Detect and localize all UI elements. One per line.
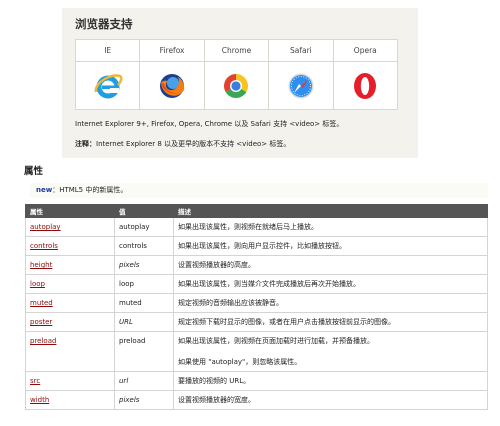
attribute-description-note: 如果使用 "autoplay"，则忽略该属性。	[178, 358, 302, 366]
attributes-heading: 属性	[24, 166, 44, 177]
attribute-value: URL	[114, 312, 174, 332]
table-row: height pixels 设置视频播放器的高度。	[25, 255, 488, 275]
attribute-value: controls	[114, 236, 174, 256]
note-label: 注释：	[75, 140, 96, 148]
browser-support-table: IE Firefox Chrome Safari Opera	[74, 39, 399, 110]
browser-name-opera: Opera	[332, 39, 399, 62]
browser-support-note: 注释：Internet Explorer 8 以及更早的版本不支持 <video…	[75, 139, 290, 149]
attribute-value: url	[114, 371, 174, 391]
attribute-link-width[interactable]: width	[30, 396, 49, 404]
column-header-description: 描述	[173, 204, 488, 218]
attribute-description-cell: 如果出现该属性，则视频在页面加载时进行加载，并预备播放。 如果使用 "autop…	[173, 331, 488, 372]
table-row: width pixels 设置视频播放器的宽度。	[25, 390, 488, 410]
attribute-value: muted	[114, 293, 174, 313]
browser-name-chrome: Chrome	[203, 39, 270, 62]
attribute-description: 规定视频的音频输出应该被静音。	[173, 293, 488, 313]
attribute-link-loop[interactable]: loop	[30, 280, 45, 288]
attribute-description: 如果出现该属性，则当媒介文件完成播放后再次开始播放。	[173, 274, 488, 294]
attribute-description: 要播放的视频的 URL。	[173, 371, 488, 391]
browser-logo-cell-chrome	[203, 61, 270, 110]
attribute-description: 规定视频下载时显示的图像，或者在用户点击播放按钮前显示的图像。	[173, 312, 488, 332]
note-text: Internet Explorer 8 以及更早的版本不支持 <video> 标…	[96, 140, 291, 148]
new-tag: new	[36, 186, 53, 194]
attribute-value: pixels	[114, 255, 174, 275]
attribute-value: loop	[114, 274, 174, 294]
attribute-link-controls[interactable]: controls	[30, 242, 58, 250]
attributes-section: 属性 new：HTML5 中的新属性。 属性 值 描述 autoplay aut…	[22, 158, 488, 418]
attributes-table: 属性 值 描述 autoplay autoplay 如果出现该属性，则视频在就绪…	[25, 204, 488, 410]
browser-name-ie: IE	[74, 39, 141, 62]
browser-logo-cell-safari	[268, 61, 334, 110]
table-row: controls controls 如果出现该属性，则向用户显示控件，比如播放按…	[25, 236, 488, 256]
table-row: preload preload 如果出现该属性，则视频在页面加载时进行加载，并预…	[25, 331, 488, 372]
new-legend-text: ：HTML5 中的新属性。	[52, 186, 128, 194]
table-row: src url 要播放的视频的 URL。	[25, 371, 488, 391]
browser-support-text: Internet Explorer 9+, Firefox, Opera, Ch…	[75, 120, 344, 128]
table-row: loop loop 如果出现该属性，则当媒介文件完成播放后再次开始播放。	[25, 274, 488, 294]
attributes-header-row: 属性 值 描述	[25, 204, 488, 218]
opera-icon	[354, 72, 377, 99]
browser-name-firefox: Firefox	[139, 39, 205, 62]
attribute-description: 设置视频播放器的高度。	[173, 255, 488, 275]
attribute-value: pixels	[114, 390, 174, 410]
browser-logo-cell-ie	[74, 61, 141, 110]
attribute-link-poster[interactable]: poster	[30, 318, 52, 326]
attribute-description: 如果出现该属性，则视频在页面加载时进行加载，并预备播放。	[178, 337, 374, 345]
table-row: autoplay autoplay 如果出现该属性，则视频在就绪后马上播放。	[25, 217, 488, 237]
firefox-icon	[160, 73, 185, 98]
attribute-link-autoplay[interactable]: autoplay	[30, 223, 61, 231]
attribute-link-src[interactable]: src	[30, 377, 40, 385]
ie-icon	[94, 73, 123, 98]
chrome-icon	[224, 73, 249, 98]
attribute-link-muted[interactable]: muted	[30, 299, 53, 307]
table-row: muted muted 规定视频的音频输出应该被静音。	[25, 293, 488, 313]
attribute-description: 如果出现该属性，则视频在就绪后马上播放。	[173, 217, 488, 237]
table-row: poster URL 规定视频下载时显示的图像，或者在用户点击播放按钮前显示的图…	[25, 312, 488, 332]
new-attribute-legend: new：HTML5 中的新属性。	[30, 183, 488, 198]
browser-support-box: 浏览器支持 IE Firefox Chrome Safari Opera Int…	[62, 8, 418, 158]
attribute-description: 如果出现该属性，则向用户显示控件，比如播放按钮。	[173, 236, 488, 256]
column-header-value: 值	[114, 204, 174, 218]
attribute-value: autoplay	[114, 217, 174, 237]
column-header-attribute: 属性	[25, 204, 115, 218]
attribute-value: preload	[114, 331, 174, 372]
attribute-link-preload[interactable]: preload	[30, 337, 56, 345]
browser-logo-cell-firefox	[139, 61, 205, 110]
attribute-link-height[interactable]: height	[30, 261, 52, 269]
browser-logo-cell-opera	[332, 61, 399, 110]
browser-name-safari: Safari	[268, 39, 334, 62]
safari-icon	[288, 73, 314, 98]
attribute-description: 设置视频播放器的宽度。	[173, 390, 488, 410]
browser-support-title: 浏览器支持	[75, 17, 133, 31]
